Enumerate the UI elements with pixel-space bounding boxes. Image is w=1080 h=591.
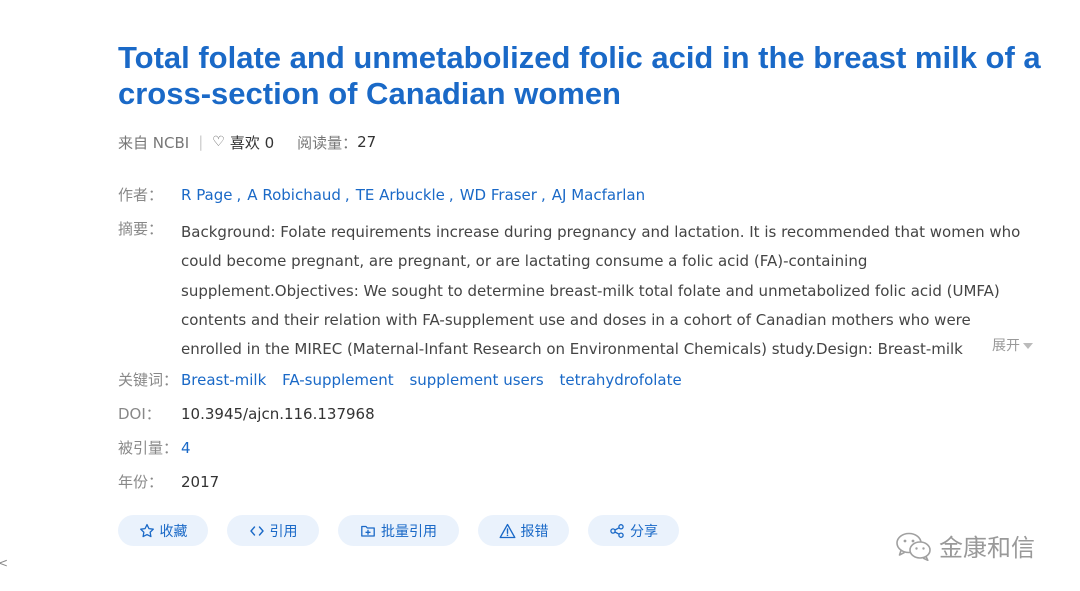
- expand-abstract-button[interactable]: 展开: [992, 335, 1033, 355]
- expand-label: 展开: [992, 338, 1020, 354]
- keyword-link[interactable]: supplement users: [409, 371, 543, 389]
- like-button[interactable]: ♡ 喜欢 0: [212, 132, 274, 153]
- abstract-label: 摘要：: [118, 220, 164, 238]
- source-label: 来自 NCBI: [118, 133, 190, 152]
- likes-label: 喜欢 0: [229, 133, 275, 152]
- author-link[interactable]: TE Arbuckle: [356, 186, 445, 204]
- cite-label: 引用: [269, 523, 298, 540]
- doi-label: DOI：: [118, 405, 161, 423]
- meta-divider: |: [198, 133, 204, 151]
- chevron-down-icon: [1023, 343, 1033, 349]
- batch-cite-button[interactable]: 批量引用: [338, 515, 459, 546]
- keywords-label: 关键词：: [118, 371, 179, 389]
- author-separator: ,: [448, 186, 454, 204]
- share-icon: [609, 523, 625, 539]
- cited-label: 被引量：: [118, 439, 179, 457]
- share-label: 分享: [630, 523, 658, 540]
- favorite-button[interactable]: 收藏: [118, 515, 208, 546]
- report-label: 报错: [520, 523, 549, 540]
- keyword-link[interactable]: tetrahydrofolate: [560, 371, 682, 389]
- watermark-text: 金康和信: [939, 534, 1035, 562]
- keyword-link[interactable]: Breast-milk: [181, 371, 266, 389]
- chevron-left-icon[interactable]: <: [0, 556, 8, 570]
- author-link[interactable]: WD Fraser: [460, 186, 537, 204]
- code-icon: [249, 523, 265, 539]
- authors-label: 作者：: [118, 186, 164, 204]
- abstract-text: Background: Folate requirements increase…: [181, 223, 1021, 359]
- article-meta: 来自 NCBI | ♡ 喜欢 0 阅读量： 27: [118, 131, 376, 153]
- warning-icon: [499, 523, 516, 539]
- views-label: 阅读量：: [297, 133, 358, 152]
- author-separator: ,: [344, 186, 350, 204]
- author-separator: ,: [540, 186, 546, 204]
- wechat-icon: [895, 531, 933, 561]
- batch-cite-label: 批量引用: [381, 523, 437, 540]
- star-icon: [139, 523, 155, 539]
- doi-value: 10.3945/ajcn.116.137968: [181, 405, 375, 423]
- report-button[interactable]: 报错: [478, 515, 569, 546]
- article-title: Total folate and unmetabolized folic aci…: [118, 40, 1041, 111]
- folder-plus-icon: [360, 523, 376, 539]
- author-link[interactable]: AJ Macfarlan: [552, 186, 645, 204]
- author-link[interactable]: A Robichaud: [247, 186, 341, 204]
- action-bar: 收藏 引用 批量引用 报错 分享: [118, 515, 698, 546]
- cite-button[interactable]: 引用: [227, 515, 319, 546]
- keyword-link[interactable]: FA-supplement: [282, 371, 394, 389]
- author-separator: ,: [236, 186, 242, 204]
- heart-icon: ♡: [212, 134, 225, 150]
- author-list: R Page, A Robichaud, TE Arbuckle, WD Fraser…: [181, 184, 645, 206]
- cited-count[interactable]: 4: [181, 437, 191, 459]
- share-button[interactable]: 分享: [588, 515, 679, 546]
- watermark: 金康和信: [895, 528, 1035, 563]
- favorite-label: 收藏: [159, 523, 188, 540]
- year-value: 2017: [181, 473, 220, 491]
- author-link[interactable]: R Page: [181, 186, 233, 204]
- keyword-list: Breast-milk FA-supplement supplement use…: [181, 369, 693, 391]
- views-count: 27: [357, 133, 377, 151]
- year-label: 年份：: [118, 473, 164, 491]
